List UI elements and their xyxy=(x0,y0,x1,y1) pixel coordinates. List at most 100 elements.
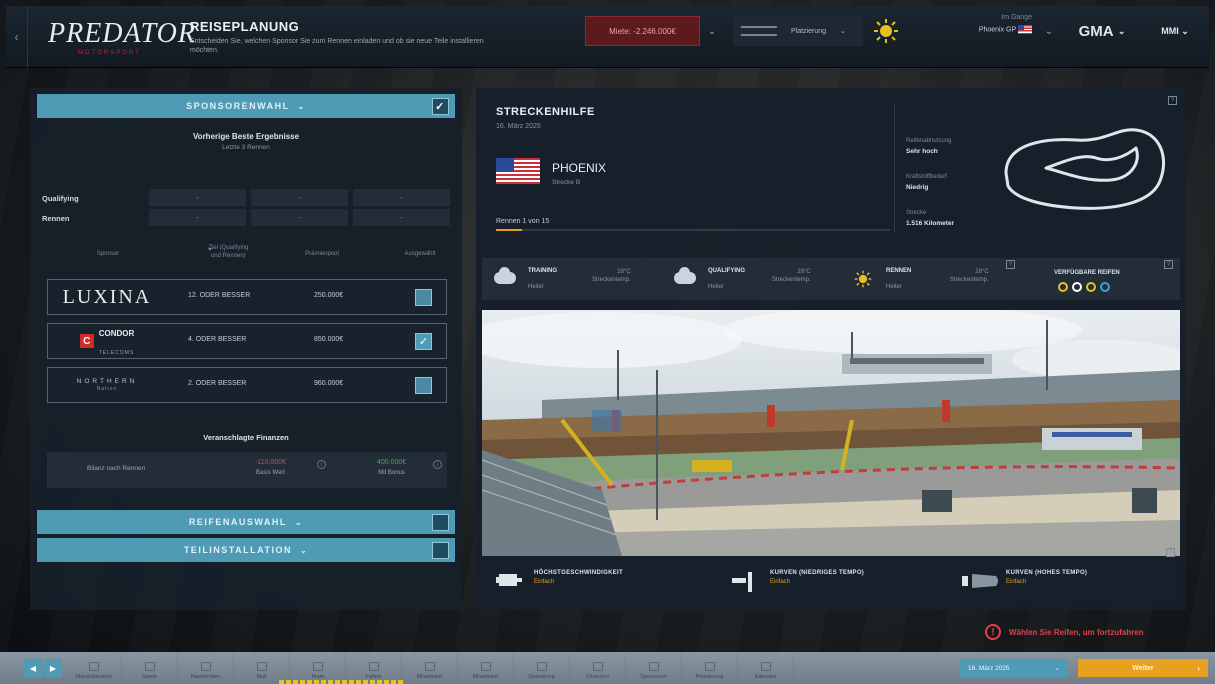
info-icon[interactable]: i xyxy=(433,460,442,469)
cloud-icon xyxy=(494,267,516,284)
sponsor-select-checkbox[interactable]: ✓ xyxy=(415,333,432,350)
sponsor-target: 4. ODER BESSER xyxy=(188,336,247,343)
chevron-down-icon: ⌄ xyxy=(297,101,306,111)
northern-logo: NORTHERN Nation xyxy=(76,378,138,392)
finance-label: Bilanz nach Rennen xyxy=(87,465,146,472)
sponsor-row-condor[interactable]: C CONDOR TELECOMS 4. ODER BESSER 850.000€ … xyxy=(47,323,447,359)
chevron-down-icon: ⌄ xyxy=(294,517,304,527)
sponsor-prize: 960.000€ xyxy=(314,380,344,387)
sponsor-panel: SPONSORENWAHL ⌄ ✓ Vorherige Beste Ergebni… xyxy=(30,88,462,610)
engine-icon xyxy=(496,574,522,586)
finance-row: Bilanz nach Rennen -110.000€ Basis Wert i… xyxy=(47,452,447,488)
money-display[interactable]: Miete: -2.246.000€ xyxy=(585,16,700,46)
result-cell: - xyxy=(149,189,246,206)
sun-icon xyxy=(854,270,872,288)
menu-collapse-button[interactable]: ‹ xyxy=(6,5,28,68)
nav-item[interactable]: Mitarbeiter xyxy=(402,652,458,684)
sun-icon[interactable] xyxy=(873,18,899,44)
tyre-warning: ! Wählen Sie Reifen, um fortzufahren xyxy=(985,624,1144,640)
expand-icon[interactable]: ? xyxy=(1168,96,1177,105)
sponsor-row-northern[interactable]: NORTHERNNation 2. ODER BESSER 960.000€ ✓ xyxy=(47,367,447,403)
season-progress-bar xyxy=(496,229,890,231)
user-menu[interactable]: MMI ⌄ xyxy=(1150,16,1200,46)
sponsor-table-header: Sponsor Ziel (Qualifying und Rennen) ⌄ P… xyxy=(30,242,462,264)
chevron-down-icon: ⌄ xyxy=(299,545,309,555)
info-icon[interactable]: i xyxy=(317,460,326,469)
us-flag-icon xyxy=(496,158,540,184)
sponsor-accordion-header[interactable]: SPONSORENWAHL ⌄ ✓ xyxy=(37,94,455,118)
sponsor-select-checkbox[interactable]: ✓ xyxy=(415,377,432,394)
weather-qualifying[interactable]: QUALIFYING Heiter 28°C Streckentemp. xyxy=(662,258,832,300)
help-icon[interactable]: ? xyxy=(1164,260,1173,269)
nav-icon xyxy=(312,662,323,671)
result-cell: - xyxy=(251,209,348,226)
track-layout: Strecke B xyxy=(552,179,581,186)
nav-item[interactable]: Platzierung xyxy=(682,652,738,684)
track-date: 16. März 2025 xyxy=(496,123,541,130)
help-icon[interactable]: ? xyxy=(1166,548,1175,557)
parts-accordion-header[interactable]: TEILINSTALLATION ⌄ ✓ xyxy=(37,538,455,562)
nav-item-label: Mitarbeiter xyxy=(416,674,443,680)
nav-item[interactable]: Nachrichten xyxy=(178,652,234,684)
col-sponsor: Sponsor xyxy=(96,251,120,257)
nav-icon xyxy=(424,662,435,671)
sponsor-prize: 850.000€ xyxy=(314,336,344,343)
weather-race[interactable]: RENNEN Heiter 28°C Streckentemp. xyxy=(840,258,1010,300)
col-prize: Prämienpool xyxy=(305,251,339,257)
nav-icon xyxy=(200,662,211,671)
stat-tyre-wear: Reifenabnutzung Sehr hoch xyxy=(906,138,952,155)
nav-item[interactable]: Spiele xyxy=(122,652,178,684)
nav-item[interactable]: Finanzen xyxy=(570,652,626,684)
tyre-accordion-header[interactable]: REIFENAUSWAHL ⌄ ✓ xyxy=(37,510,455,534)
track-panel-title: STRECKENHILFE xyxy=(496,106,595,118)
col-target[interactable]: Ziel (Qualifying und Rennen) ⌄ xyxy=(170,244,250,260)
result-cell: - xyxy=(353,209,450,226)
available-tyres xyxy=(1058,282,1110,292)
nav-item[interactable]: Gestaltung xyxy=(514,652,570,684)
continue-button[interactable]: Weiter › xyxy=(1078,659,1208,677)
nav-item-label: Nachrichten xyxy=(190,674,221,680)
stat-length: Strecke 1.516 Kilometer xyxy=(906,210,955,227)
nav-item-label: Standübersicht xyxy=(75,674,112,680)
luxina-logo: LUXINA xyxy=(62,285,152,308)
sponsor-target: 12. ODER BESSER xyxy=(188,292,251,299)
nav-item[interactable]: Mitarbeiter xyxy=(458,652,514,684)
tyre-icon xyxy=(1100,282,1110,292)
page-title: REISEPLANUNG xyxy=(190,18,300,34)
result-cell: - xyxy=(251,189,348,206)
high-speed-corners-info: KURVEN (HOHES TEMPO) Einfach xyxy=(954,558,1179,604)
sponsor-select-checkbox[interactable]: ✓ xyxy=(415,289,432,306)
nav-icon xyxy=(88,662,99,671)
team-menu[interactable]: GMA ⌄ xyxy=(1062,16,1142,46)
next-event[interactable]: Im Gange Phoenix GP xyxy=(930,14,1040,48)
race-row-label: Rennen xyxy=(42,214,70,223)
nav-item-label: Sponsoren xyxy=(640,674,667,680)
nav-item[interactable]: Kalender xyxy=(738,652,794,684)
weather-training[interactable]: TRAINING Heiter 28°C Streckentemp. xyxy=(482,258,652,300)
chevron-down-icon[interactable]: ⌄ xyxy=(1040,16,1058,46)
standings-button[interactable]: Platzierung ⌄ xyxy=(733,16,863,46)
warning-text: Wählen Sie Reifen, um fortzufahren xyxy=(1009,627,1144,637)
nav-item[interactable]: Standübersicht xyxy=(66,652,122,684)
logo-text: PREDATOR xyxy=(48,17,196,49)
weather-bar: TRAINING Heiter 28°C Streckentemp. QUALIF… xyxy=(482,258,1180,300)
tyre-complete-checkbox[interactable]: ✓ xyxy=(432,514,449,531)
nav-item[interactable]: Sponsoren xyxy=(626,652,682,684)
chevron-down-icon[interactable]: ⌄ xyxy=(703,16,721,46)
tyre-icon xyxy=(1072,282,1082,292)
nav-items: Standübersicht Spiele Nachrichten Mail Team F… xyxy=(66,652,794,684)
parts-complete-checkbox[interactable]: ✓ xyxy=(432,542,449,559)
back-button[interactable]: ◀ xyxy=(24,659,42,677)
nav-icon xyxy=(536,662,547,671)
help-icon[interactable]: ? xyxy=(1006,260,1015,269)
forward-button[interactable]: ▶ xyxy=(44,659,62,677)
finance-base-value: -110.000€ Basis Wert xyxy=(255,459,287,476)
next-event-label: Im Gange xyxy=(1001,14,1032,21)
team-logo: PREDATOR MOTORSPORT xyxy=(28,6,196,68)
sponsor-row-luxina[interactable]: LUXINA 12. ODER BESSER 250.000€ ✓ xyxy=(47,279,447,315)
date-selector[interactable]: 16. März 2025 ⌄ xyxy=(960,659,1068,677)
nav-icon xyxy=(480,662,491,671)
sponsor-complete-checkbox[interactable]: ✓ xyxy=(432,98,449,115)
cloud-icon xyxy=(674,267,696,284)
track-info-panel: ? STRECKENHILFE 16. März 2025 PHOENIX St… xyxy=(476,88,1186,610)
